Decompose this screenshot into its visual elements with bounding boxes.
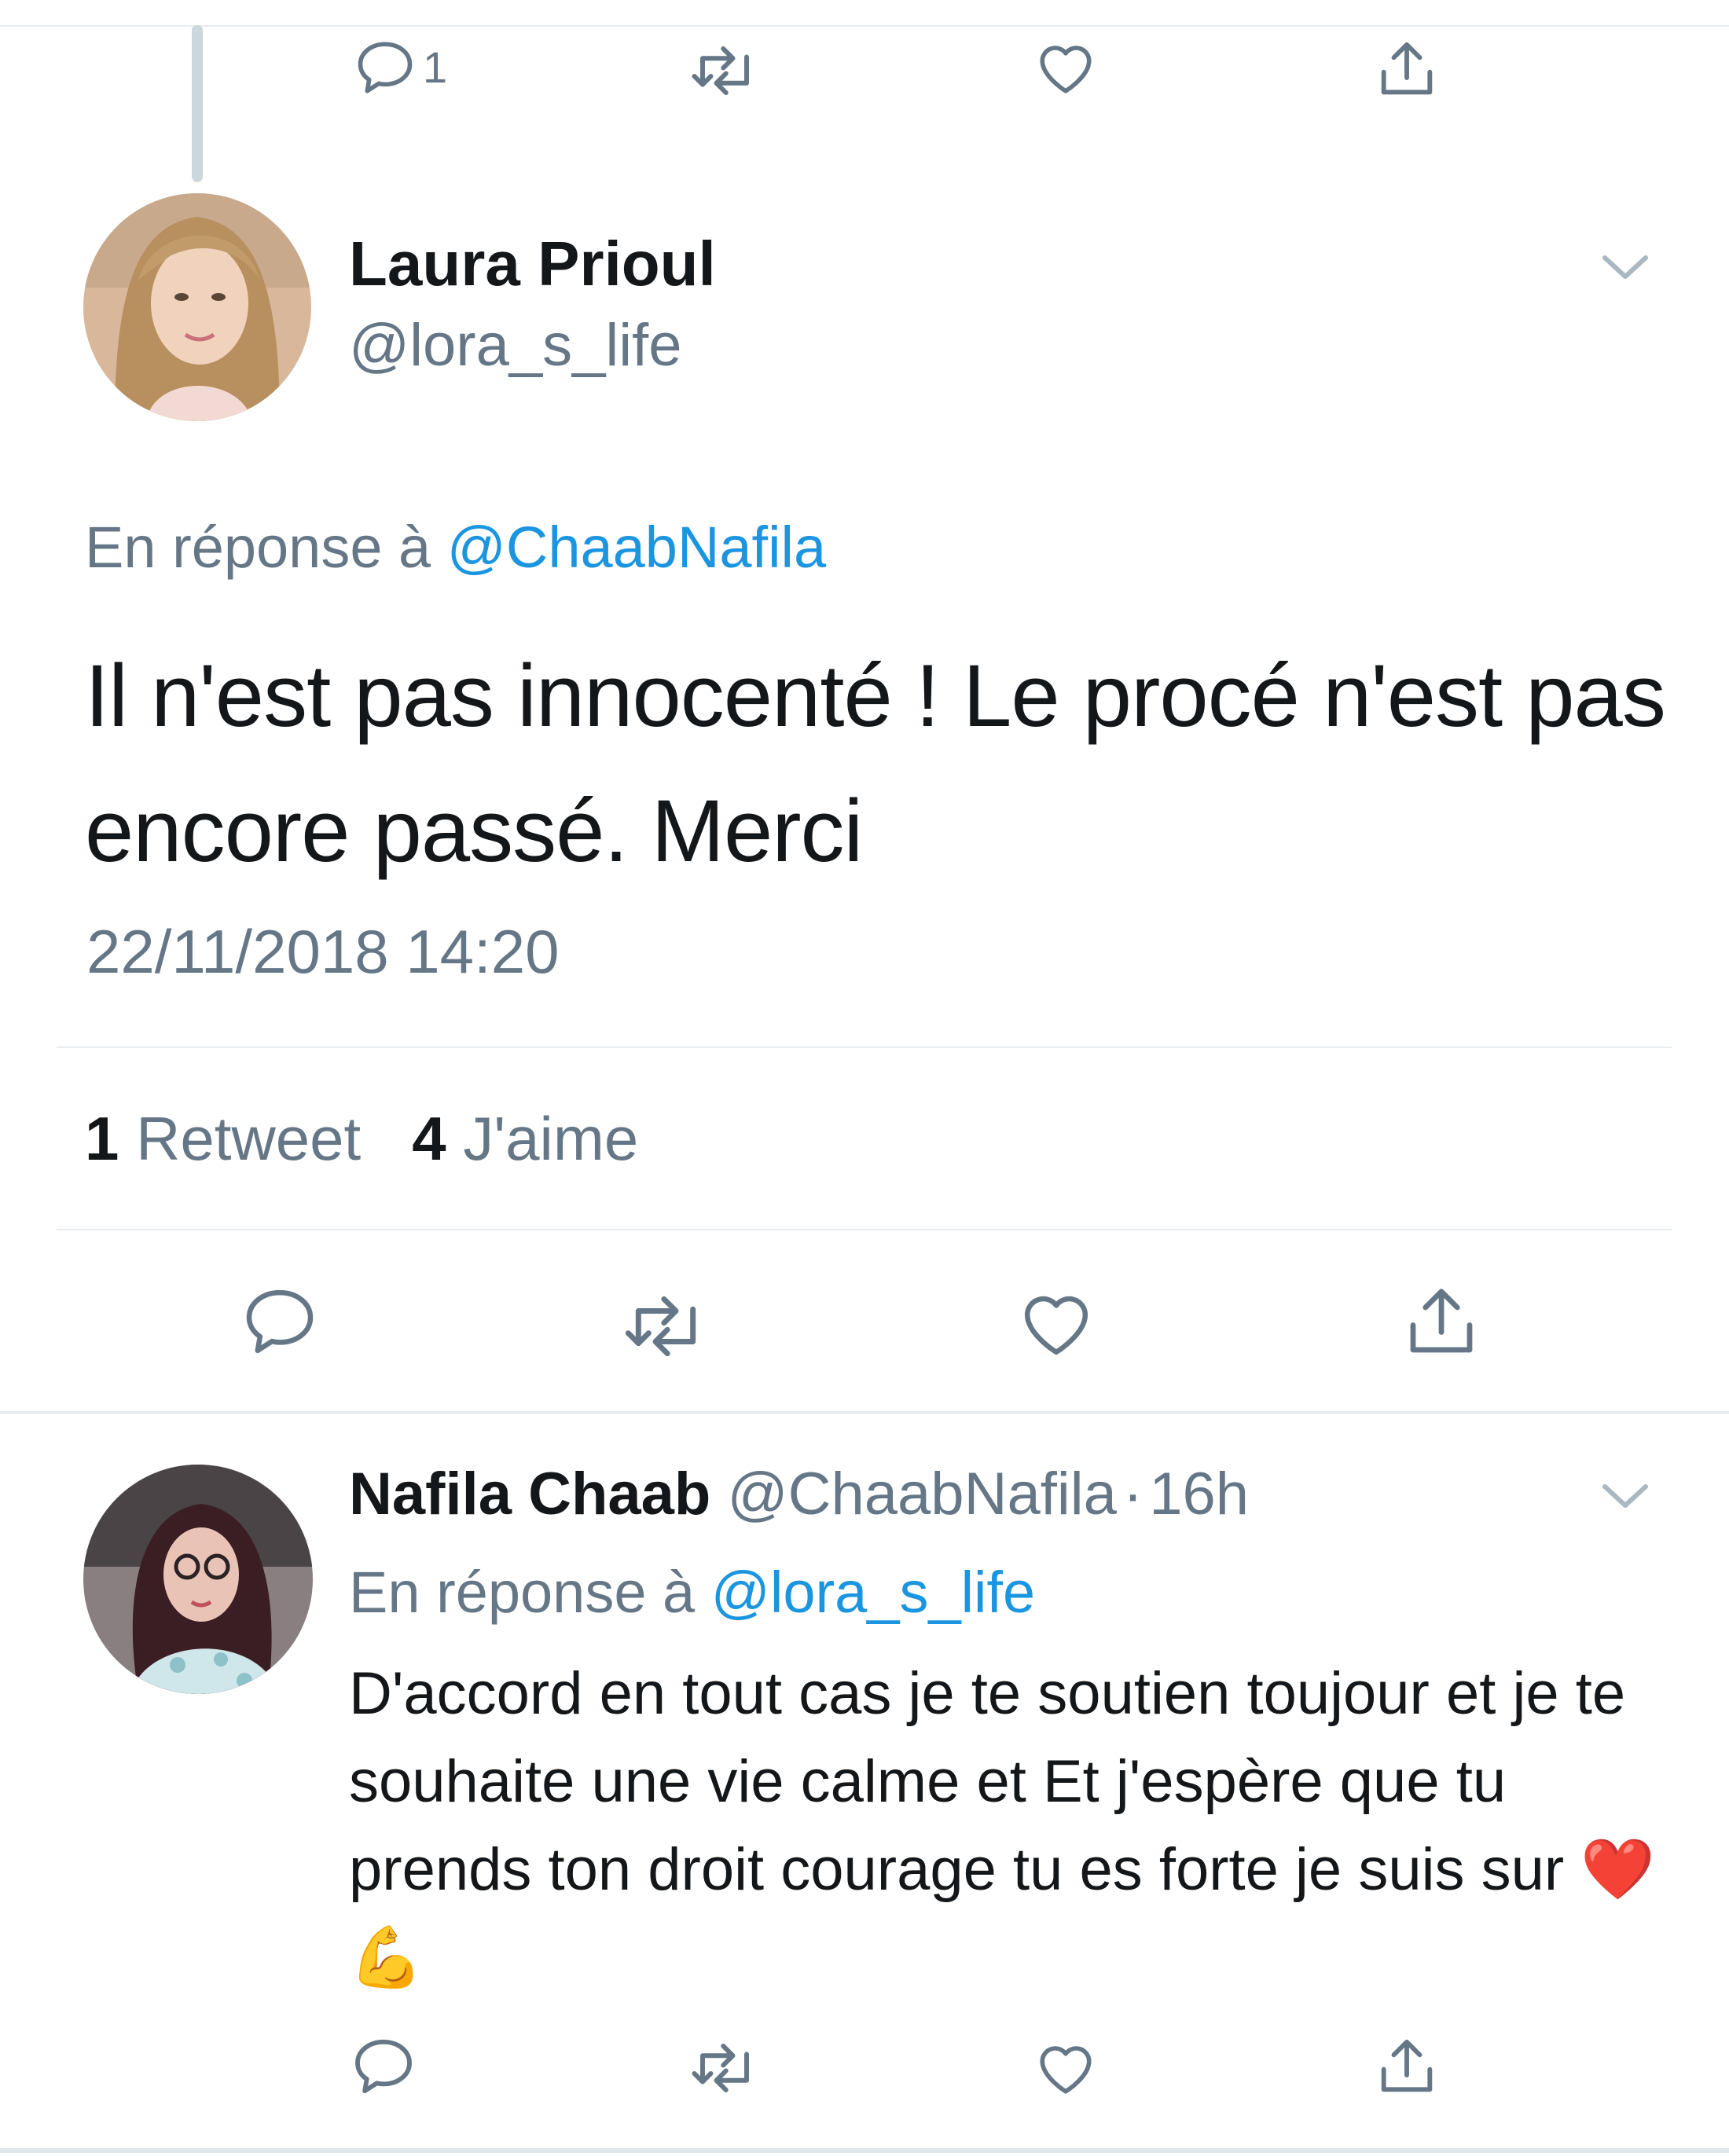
like-stat[interactable]: 4 J'aime [412, 1104, 638, 1173]
reply-author-header: Nafila Chaab @ChaabNafila · 16h [349, 1465, 1249, 1524]
reply-author-name[interactable]: Nafila Chaab [349, 1461, 710, 1527]
chevron-down-icon [1602, 255, 1648, 279]
main-reply-action[interactable] [239, 1281, 321, 1362]
main-author-name[interactable]: Laura Prioul [349, 233, 716, 295]
top-divider [0, 25, 1729, 27]
reply-tweet-text: D'accord en tout cas je te soutien toujo… [349, 1650, 1701, 2002]
reply-tweet-menu[interactable] [1600, 1480, 1650, 1516]
retweet-icon [692, 2044, 749, 2092]
share-icon [1381, 42, 1433, 95]
retweet-count: 1 [85, 1104, 119, 1173]
share-icon [1381, 2039, 1433, 2092]
heart-icon [1040, 2046, 1092, 2094]
main-tweet-text: Il n'est pas innocenté ! Le procé n'est … [85, 647, 1666, 880]
retweet-stat[interactable]: 1 Retweet [85, 1104, 361, 1173]
avatar-nafila-chaab[interactable] [83, 1465, 313, 1694]
reply-like-action[interactable] [1031, 2035, 1100, 2101]
reply-author-handle[interactable]: @ChaabNafila [727, 1461, 1116, 1527]
reply-prefix-label: En réponse à [349, 1560, 696, 1625]
heart-icon [1040, 46, 1092, 94]
reply-time[interactable]: 16h [1149, 1461, 1249, 1527]
divider-above-stats [57, 1047, 1672, 1048]
reply-reply-context: En réponse à @lora_s_life [349, 1564, 1035, 1622]
reply-share-action[interactable] [1372, 2032, 1441, 2101]
main-share-action[interactable] [1399, 1279, 1484, 1364]
like-label: J'aime [463, 1104, 639, 1173]
heart-icon [1024, 1296, 1088, 1355]
reply-icon [355, 2039, 412, 2094]
like-action[interactable] [1031, 35, 1100, 101]
main-retweet-action[interactable] [619, 1285, 712, 1367]
retweet-icon [625, 1296, 696, 1357]
retweet-action[interactable] [687, 38, 762, 104]
retweet-label: Retweet [136, 1104, 362, 1173]
reply-icon [358, 42, 413, 94]
tweet-stats: 1 Retweet 4 J'aime [85, 1108, 638, 1169]
reply-tweet-body: D'accord en tout cas je te soutien toujo… [349, 1660, 1626, 1903]
reply-reply-action[interactable] [349, 2032, 418, 2101]
reply-mention-link[interactable]: @ChaabNafila [447, 515, 826, 580]
reply-count: 1 [423, 42, 448, 92]
reply-retweet-action[interactable] [687, 2035, 762, 2101]
main-author-handle[interactable]: @lora_s_life [349, 316, 682, 376]
reply-icon [246, 1289, 314, 1354]
chevron-down-icon [1602, 1484, 1648, 1508]
divider-below-stats [57, 1229, 1672, 1230]
retweet-icon [692, 46, 749, 95]
meta-separator: · [1122, 1461, 1143, 1527]
avatar-laura-prioul[interactable] [83, 193, 311, 421]
reply-prefix-label: En réponse à [85, 515, 431, 580]
share-icon [1410, 1289, 1473, 1353]
main-tweet-datetime[interactable]: 22/11/2018 14:20 [86, 921, 559, 982]
share-action[interactable] [1372, 35, 1441, 104]
reply-mention-link[interactable]: @lora_s_life [711, 1560, 1035, 1625]
reply-action[interactable]: 1 [352, 35, 447, 101]
divider-between-tweets [0, 1411, 1729, 1414]
main-tweet-menu[interactable] [1600, 251, 1650, 287]
like-count: 4 [412, 1104, 446, 1173]
thread-connector-line [192, 25, 203, 182]
main-like-action[interactable] [1014, 1282, 1099, 1364]
main-reply-context: En réponse à @ChaabNafila [85, 519, 826, 577]
bottom-divider [0, 2148, 1729, 2153]
